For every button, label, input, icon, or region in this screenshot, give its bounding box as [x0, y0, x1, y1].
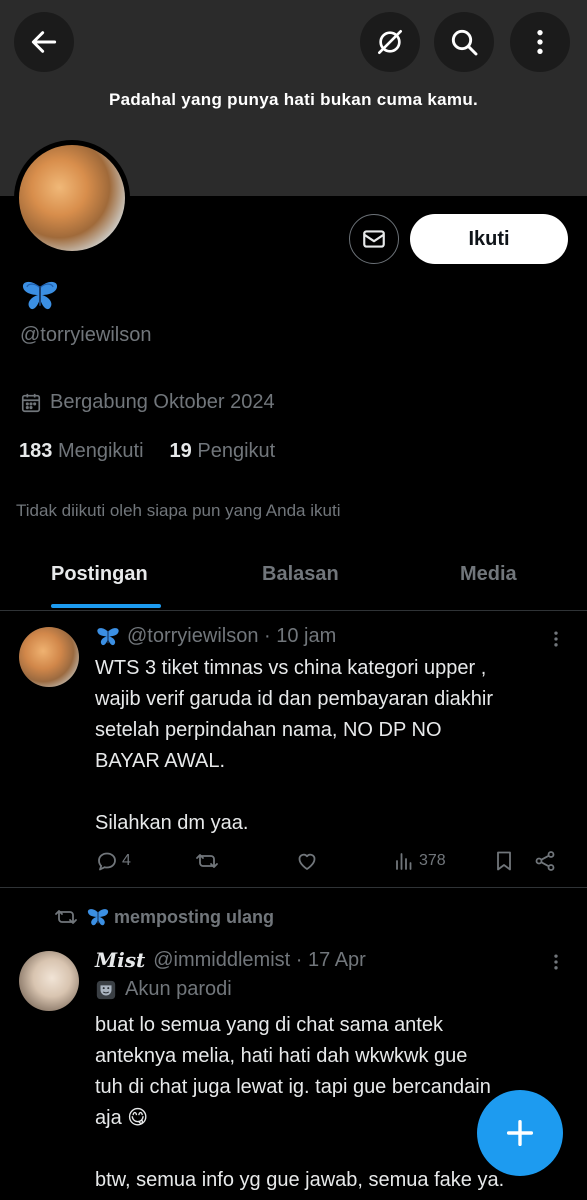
post-header: Mist @immiddlemist · 17 Apr — [95, 948, 366, 972]
post-divider — [0, 887, 587, 888]
message-button[interactable] — [349, 214, 399, 264]
more-button[interactable] — [510, 12, 570, 72]
bookmark-icon — [497, 851, 511, 871]
calendar-icon — [21, 393, 41, 412]
post-handle[interactable]: @torryiewilson — [127, 625, 258, 648]
reposter[interactable]: memposting ulang — [86, 907, 274, 928]
avatar-image — [19, 145, 125, 251]
repost-icon — [196, 854, 218, 868]
not-followed-text: Tidak diikuti oleh siapa pun yang Anda i… — [16, 501, 341, 520]
following-link[interactable]: 183 Mengikuti — [19, 440, 144, 463]
joined-text: Bergabung Oktober 2024 — [50, 391, 275, 413]
profile-avatar[interactable] — [14, 140, 130, 256]
plus-icon — [506, 1119, 534, 1147]
butterfly-emoji — [97, 627, 119, 645]
parody-badge: Akun parodi — [95, 978, 232, 1001]
banner-text: Padahal yang punya hati bukan cuma kamu. — [108, 90, 479, 109]
post-header: @torryiewilson · 10 jam — [95, 625, 336, 648]
repost-indicator: memposting ulang — [54, 905, 274, 929]
profile-tabs: Postingan Balasan Media — [0, 545, 587, 611]
bookmark-button[interactable] — [492, 849, 516, 873]
butterfly-emoji — [87, 908, 109, 925]
post-more-icon[interactable] — [546, 952, 566, 972]
separator-dot: · — [290, 948, 308, 971]
profile-handle: @torryiewilson — [20, 324, 152, 346]
search-button[interactable] — [434, 12, 494, 72]
avatar[interactable] — [19, 951, 79, 1011]
tab-media[interactable]: Media — [460, 563, 517, 586]
author-name[interactable]: Mist — [95, 948, 145, 972]
like-button[interactable] — [295, 849, 319, 873]
back-button[interactable] — [14, 12, 74, 72]
heart-icon — [298, 853, 316, 870]
butterfly-emoji — [22, 281, 58, 310]
repost-button[interactable] — [195, 849, 219, 873]
separator-dot: · — [258, 625, 277, 647]
reply-icon — [98, 852, 116, 871]
arrow-left-icon — [31, 31, 57, 53]
more-vertical-icon — [537, 30, 543, 54]
follow-stats: 183 Mengikuti 19 Pengikut — [19, 440, 275, 463]
views-icon — [396, 853, 412, 870]
share-button[interactable] — [533, 849, 557, 873]
followers-link[interactable]: 19 Pengikut — [170, 440, 276, 463]
post-text: WTS 3 tiket timnas vs china kategori upp… — [95, 657, 494, 834]
badge-text: Akun parodi — [125, 978, 232, 1000]
post-more-icon[interactable] — [546, 629, 566, 649]
views-button[interactable]: 378 — [392, 849, 446, 873]
post-time[interactable]: 17 Apr — [308, 949, 366, 972]
post[interactable]: @torryiewilson · 10 jam WTS 3 tiket timn… — [0, 611, 587, 887]
post-actions: 4 378 — [95, 849, 565, 875]
reply-count: 4 — [122, 852, 131, 869]
tab-replies[interactable]: Balasan — [262, 563, 339, 586]
joined-date: Bergabung Oktober 2024 — [20, 391, 275, 414]
reply-button[interactable]: 4 — [95, 849, 131, 873]
grok-slash-icon — [378, 30, 402, 54]
post-time[interactable]: 10 jam — [276, 625, 336, 648]
post-handle[interactable]: @immiddlemist — [153, 949, 290, 972]
theater-mask-icon — [96, 980, 116, 999]
grok-button[interactable] — [360, 12, 420, 72]
compose-button[interactable] — [477, 1090, 563, 1176]
tab-posts[interactable]: Postingan — [51, 563, 148, 586]
avatar[interactable] — [19, 627, 79, 687]
mail-icon — [363, 230, 385, 248]
search-icon — [451, 29, 478, 56]
share-icon — [535, 851, 555, 871]
view-count: 378 — [419, 852, 446, 869]
repost-label: memposting ulang — [114, 906, 275, 927]
follow-button[interactable]: Ikuti — [410, 214, 568, 264]
repost-icon — [55, 910, 77, 924]
active-tab-indicator — [51, 604, 161, 608]
post-text: buat lo semua yang di chat sama antek an… — [95, 1014, 505, 1191]
